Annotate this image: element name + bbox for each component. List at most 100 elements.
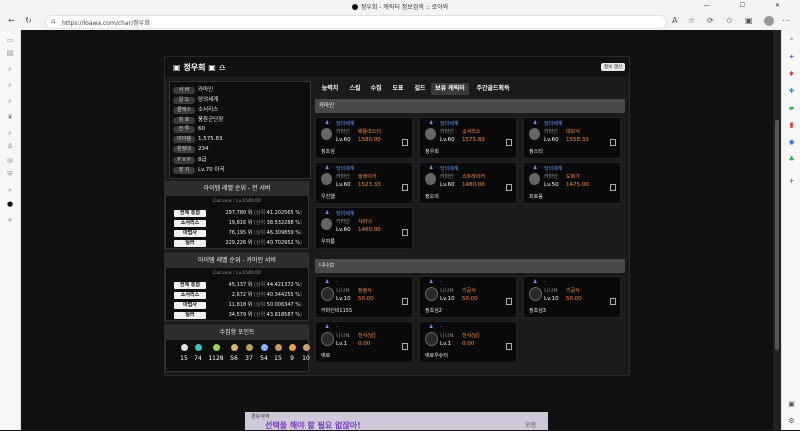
character-card[interactable]: ♟ - 니나브 기공사 Lv.10 50.00 정초심2 [419,276,517,318]
character-card[interactable]: ♟ 당의세계 카마인 서머너 Lv.60 1460.00 우여름 [315,207,413,249]
search-icon[interactable]: ⌕ [6,65,14,73]
favorite-star-icon[interactable]: ☆ [688,16,695,25]
scrollbar-thumb[interactable] [775,120,779,350]
card-character-name[interactable]: 정초심2 [425,307,442,314]
collections-icon[interactable]: ▣ [745,16,753,25]
card-server: 카마인 [544,174,558,180]
card-character-name[interactable]: 애로우슈터 [425,352,448,359]
card-character-name[interactable]: 카마인비1155 [321,307,352,314]
leaf-icon[interactable]: ❦ [6,113,14,121]
card-character-name[interactable]: 정스티 [529,148,543,155]
card-character-name[interactable]: 우진햄 [321,193,335,200]
card-character-name[interactable]: 애로 [321,352,330,359]
card-character-name[interactable]: 정오의 [425,193,439,200]
character-card[interactable]: ♟ 당의세계 카마인 도화가 Lv.50 1475.00 프로음 [523,162,621,204]
collect-item: 15 [178,344,190,362]
card-item-level: 1460.00 [358,227,381,233]
tab-chart[interactable]: 도표 [387,83,409,95]
back-icon[interactable]: ← [8,16,15,25]
read-aloud-icon[interactable]: A [672,16,677,25]
character-card[interactable]: ♟ - 니나브 전사(남) Lv.1 0.00 애로 [315,321,413,363]
more-menu-icon[interactable]: ⋯ [782,16,790,25]
tab-weekly-gold[interactable]: 주간골드획득 [471,83,515,95]
shopping-icon[interactable]: ♦ [787,70,796,79]
character-card[interactable]: ♟ 당의세계 카마인 데모닉 Lv.60 1558.33 정스티 [523,117,621,159]
collect-item: 10 [300,344,312,362]
site-tab-icon[interactable]: ● [6,200,14,208]
tab-stats[interactable]: 능력치 [315,83,345,95]
copy-icon[interactable] [610,184,616,191]
character-card[interactable]: ♟ 당의세계 카마인 소서리스 Lv.60 1575.83 정우희 [419,117,517,159]
tab-owned-characters[interactable]: 보유 캐릭터 [431,83,469,95]
games-icon[interactable]: ▰ [787,104,796,113]
tab-collection[interactable]: 수집 [366,83,386,95]
copy-icon[interactable] [402,139,408,146]
copilot-icon[interactable]: ✦ [787,53,796,62]
copy-icon[interactable] [610,139,616,146]
extensions-icon[interactable]: ⟳ [707,16,714,25]
add-tab-icon[interactable]: + [6,216,14,224]
mail-icon[interactable]: ✉ [6,157,14,165]
search-icon[interactable]: ⌕ [6,186,14,194]
copy-icon[interactable] [506,139,512,146]
refresh-icon[interactable]: ↻ [25,16,32,25]
copy-icon[interactable] [610,298,616,305]
character-card[interactable]: ♟ - 니나브 창술사 Lv.10 50.00 카마인비1155 [315,276,413,318]
copy-icon[interactable] [506,298,512,305]
card-level: Lv.60 [440,182,455,188]
favorites-icon[interactable]: ✩ [726,16,733,25]
copy-icon[interactable] [402,298,408,305]
collect-title: 수집형 포인트 [166,326,308,340]
office-icon[interactable]: ▮ [787,121,796,130]
copy-icon[interactable] [402,184,408,191]
history-icon[interactable]: ▤ [6,49,14,57]
tab-guild[interactable]: 길드 [410,83,430,95]
search-icon[interactable]: ⌕ [6,129,14,137]
character-card[interactable]: ♟ - 니나브 기공사 Lv.10 50.00 정초심3 [523,276,621,318]
tab-skills[interactable]: 스킬 [345,83,365,95]
card-character-name[interactable]: 정우희 [425,148,439,155]
copy-icon[interactable] [506,184,512,191]
copy-icon[interactable] [402,229,408,236]
character-card[interactable]: ♟ - 니나브 전사(남) Lv.1 0.00 애로우슈터 [419,321,517,363]
tools-icon[interactable]: ✚ [787,87,796,96]
ad-line-3: 모험 [524,422,536,429]
search-icon[interactable]: ⌕ [787,35,796,44]
character-card[interactable]: ♟ 당의세계 카마인 배틀마스터 Lv.60 1580.00 정초심 [315,117,413,159]
card-class: 슬레이어 [358,174,377,180]
card-guild: - [440,279,442,285]
ad-banner[interactable]: 경유석역 선택을 해야 할 필요 없잖아! 모험 [245,412,548,430]
card-character-name[interactable]: 정초심 [321,148,335,155]
address-toolbar: ← ↻ ⌂ https://loawa.com/char/정우희 A ☆ ⟳ ✩… [0,13,800,31]
server-section-header: 카마인 [315,99,625,113]
card-character-name[interactable]: 우여름 [321,238,335,245]
character-card[interactable]: ♟ 당의세계 카마인 스트라이커 Lv.60 1480.00 정오의 [419,162,517,204]
tabs-icon[interactable]: ▭ [6,36,14,44]
rank-row: 소서리스 2,672 위 (상위 40.344255 %) [174,291,306,300]
shield-icon[interactable]: ⛨ [6,170,14,178]
window-controls[interactable]: — ☐ ✕ [704,2,794,9]
character-portrait [529,128,540,140]
rank-row: 마법사 11,818 위 (상위 50.006347 %) [174,301,306,310]
card-character-name[interactable]: 정초심3 [529,307,546,314]
renew-button[interactable]: 정보 갱신 [601,63,625,71]
search-icon[interactable]: ⌕ [6,97,14,105]
sidebar-layout-icon[interactable]: ▣ [787,400,796,409]
settings-gear-icon[interactable]: ⚙ [787,417,796,426]
copy-icon[interactable] [506,343,512,350]
card-guild: 당의세계 [336,166,355,172]
page-scrollbar[interactable] [773,30,781,430]
card-item-level: 50.00 [358,296,374,302]
character-card[interactable]: ♟ 당의세계 카마인 슬레이어 Lv.60 1523.33 우진햄 [315,162,413,204]
tree-icon[interactable]: ♣ [787,155,796,164]
person-icon[interactable]: ♙ [6,142,14,150]
address-bar[interactable]: ⌂ https://loawa.com/char/정우희 [45,15,667,29]
profile-avatar[interactable] [764,16,774,26]
card-character-name[interactable]: 프로음 [529,193,543,200]
copy-icon[interactable] [402,343,408,350]
search-icon[interactable]: ⌕ [6,81,14,89]
add-icon[interactable]: + [787,177,796,186]
outlook-icon[interactable]: ◉ [787,138,796,147]
url-text[interactable]: https://loawa.com/char/정우희 [62,18,150,27]
info-row-server: 서 버 카마인 [173,85,213,94]
